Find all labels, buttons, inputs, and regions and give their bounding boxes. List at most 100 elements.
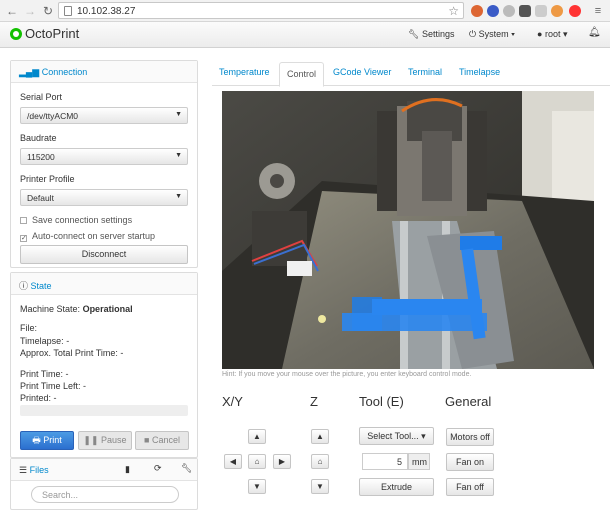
files-header[interactable]: ☰ Files ▮ ⟳ 🔧︎ [11, 459, 197, 481]
home-xy-button[interactable]: ⌂ [248, 454, 266, 469]
timelapse-row: Timelapse: - [20, 336, 69, 346]
jog-y-plus-button[interactable]: ▲ [248, 429, 266, 444]
webcam-stream[interactable] [222, 91, 594, 369]
home-icon: ⌂ [254, 457, 260, 466]
brand-name: OctoPrint [25, 26, 80, 41]
home-z-button[interactable]: ⌂ [311, 454, 329, 469]
extension-icon[interactable] [519, 5, 531, 17]
reload-icon[interactable]: ↻ [40, 3, 56, 19]
pause-button-label: Pause [101, 435, 127, 445]
files-search-input[interactable]: Search... [31, 486, 179, 503]
tab-control[interactable]: Control [279, 62, 325, 87]
save-settings-label: Save connection settings [32, 215, 133, 225]
extension-icon[interactable] [551, 5, 563, 17]
print-time-value: - [65, 369, 69, 379]
connection-header[interactable]: ▂▄▆ Connection [11, 61, 197, 83]
user-menu[interactable]: ● root ▾ [537, 29, 568, 40]
printer-profile-value: Default [27, 193, 54, 203]
extension-icon[interactable] [569, 5, 581, 17]
printer-profile-select[interactable]: Default ▼ [20, 189, 188, 206]
settings-label: Settings [421, 29, 455, 39]
xy-heading: X/Y [222, 394, 243, 409]
system-menu[interactable]: ⏻ System ▾ [469, 29, 515, 40]
caret-down-icon: ▾ [562, 29, 568, 39]
tab-temperature[interactable]: Temperature [219, 67, 270, 77]
tab-terminal[interactable]: Terminal [408, 67, 442, 77]
address-bar[interactable]: 10.102.38.27 ☆ [58, 2, 464, 19]
back-icon[interactable]: ← [4, 3, 20, 19]
select-caret-icon: ▼ [175, 111, 182, 118]
print-progress-bar [20, 405, 188, 416]
pause-icon: ❚❚ [83, 435, 99, 445]
fan-off-button[interactable]: Fan off [446, 478, 494, 496]
refresh-icon[interactable]: ⟳ [154, 463, 162, 474]
pause-button[interactable]: ❚❚ Pause [78, 431, 132, 450]
jog-z-plus-button[interactable]: ▲ [311, 429, 329, 444]
octoprint-logo-icon [10, 28, 22, 40]
auto-connect-checkbox[interactable]: ✓ Auto-connect on server startup [20, 231, 155, 242]
user-label: root [544, 29, 561, 39]
select-tool-label: Select Tool... [367, 431, 419, 441]
menu-icon[interactable]: ≡ [590, 3, 606, 19]
arrow-down-icon: ▼ [253, 482, 261, 491]
connection-panel: ▂▄▆ Connection Serial Port /dev/ttyACM0 ▼… [10, 60, 198, 268]
disconnect-button[interactable]: Disconnect [20, 245, 188, 264]
motors-off-button[interactable]: Motors off [446, 428, 494, 446]
top-navbar: OctoPrint 🔧︎ Settings ⏻ System ▾ ● root … [0, 22, 610, 48]
jog-z-minus-button[interactable]: ▼ [311, 479, 329, 494]
cancel-button[interactable]: ■ Cancel [135, 431, 189, 450]
wrench-icon: 🔧︎ [408, 29, 420, 39]
print-time-left-value: - [83, 381, 87, 391]
extension-icon[interactable] [487, 5, 499, 17]
printed-value: - [53, 393, 57, 403]
select-tool-dropdown[interactable]: Select Tool... ▾ [359, 427, 434, 445]
extension-icon[interactable] [535, 5, 547, 17]
baudrate-value: 115200 [27, 152, 55, 162]
user-icon: ● [537, 29, 543, 39]
print-time-left-row: Print Time Left: - [20, 381, 86, 391]
caret-down-icon: ▾ [421, 431, 426, 441]
jog-y-minus-button[interactable]: ▼ [248, 479, 266, 494]
signal-icon: ▂▄▆ [19, 67, 40, 77]
notification-bell-icon[interactable]: 🔔︎ [588, 27, 601, 38]
brand[interactable]: OctoPrint [10, 26, 79, 41]
settings-menu[interactable]: 🔧︎ Settings [408, 29, 454, 40]
bookmark-star-icon[interactable]: ☆ [448, 4, 459, 18]
print-time-row: Print Time: - [20, 369, 69, 379]
sidebar: ▂▄▆ Connection Serial Port /dev/ttyACM0 ▼… [10, 60, 198, 510]
extension-icon[interactable] [503, 5, 515, 17]
file-label: File: [20, 323, 38, 333]
z-heading: Z [310, 394, 318, 409]
approx-print-time-row: Approx. Total Print Time: - [20, 348, 123, 358]
tab-timelapse[interactable]: Timelapse [459, 67, 500, 77]
jog-x-minus-button[interactable]: ◀ [224, 454, 242, 469]
extension-icon[interactable] [471, 5, 483, 17]
fan-on-button[interactable]: Fan on [446, 453, 494, 471]
file-icon[interactable]: ▮ [125, 464, 130, 475]
extrude-amount-input[interactable]: 5 [362, 453, 408, 470]
files-title: Files [29, 465, 49, 475]
serial-port-label: Serial Port [20, 92, 63, 102]
serial-port-select[interactable]: /dev/ttyACM0 ▼ [20, 107, 188, 124]
print-button[interactable]: 🖶︎ Print [20, 431, 74, 450]
connection-title: Connection [41, 67, 88, 77]
printed-label: Printed: [20, 393, 52, 403]
browser-toolbar: ← → ↻ 10.102.38.27 ☆ ≡ [0, 0, 610, 22]
list-icon: ☰ [19, 465, 28, 475]
machine-state-label: Machine State: [20, 304, 81, 314]
auto-connect-label: Auto-connect on server startup [32, 231, 156, 241]
checkbox-checked-icon[interactable]: ✓ [20, 235, 27, 242]
state-header[interactable]: ⓘ State [11, 273, 197, 295]
main-tabs: Temperature Control GCode Viewer Termina… [212, 60, 610, 87]
baudrate-select[interactable]: 115200 ▼ [20, 148, 188, 165]
tab-gcode-viewer[interactable]: GCode Viewer [333, 67, 391, 77]
save-settings-checkbox[interactable]: Save connection settings [20, 215, 132, 225]
approx-print-time-value: - [120, 348, 124, 358]
forward-icon[interactable]: → [22, 3, 38, 19]
webcam-hint: Hint: If you move your mouse over the pi… [222, 371, 472, 378]
jog-x-plus-button[interactable]: ▶ [273, 454, 291, 469]
wrench-icon[interactable]: 🔧︎ [181, 463, 192, 474]
checkbox-unchecked-icon[interactable] [20, 217, 27, 224]
extrude-button[interactable]: Extrude [359, 478, 434, 496]
arrow-up-icon: ▲ [253, 432, 261, 441]
